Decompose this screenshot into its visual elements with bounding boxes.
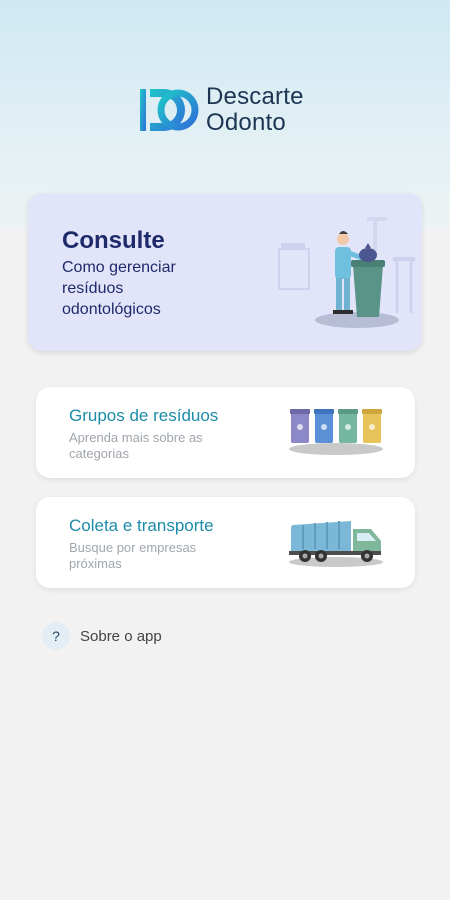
- waste-groups-subtitle: Aprenda mais sobre as categorias: [69, 430, 203, 461]
- collection-transport-card[interactable]: Coleta e transporte Busque por empresas …: [36, 497, 415, 588]
- consult-card[interactable]: Consulte Como gerenciar resíduos odontol…: [28, 193, 422, 351]
- garbage-truck-icon: [289, 521, 383, 567]
- person-trash-bin-icon: [278, 217, 415, 328]
- logo-text: Descarte Odonto: [206, 84, 304, 136]
- waste-groups-card[interactable]: Grupos de resíduos Aprenda mais sobre as…: [36, 387, 415, 478]
- waste-groups-title: Grupos de resíduos: [69, 406, 219, 425]
- collection-transport-title: Coleta e transporte: [69, 516, 214, 535]
- logo-line-1: Descarte: [206, 83, 304, 110]
- help-icon: ?: [42, 622, 70, 650]
- about-app-label: Sobre o app: [80, 627, 162, 645]
- logo-line-2: Odonto: [206, 109, 286, 136]
- about-app-link[interactable]: ? Sobre o app: [42, 622, 162, 650]
- consult-title: Consulte: [62, 227, 165, 254]
- waste-bins-icon: [289, 409, 383, 455]
- logo-mark-icon: [140, 89, 199, 131]
- consult-subtitle: Como gerenciar resíduos odontológicos: [62, 259, 176, 318]
- app-logo: Descarte Odonto: [138, 84, 304, 136]
- collection-transport-subtitle: Busque por empresas próximas: [69, 540, 197, 571]
